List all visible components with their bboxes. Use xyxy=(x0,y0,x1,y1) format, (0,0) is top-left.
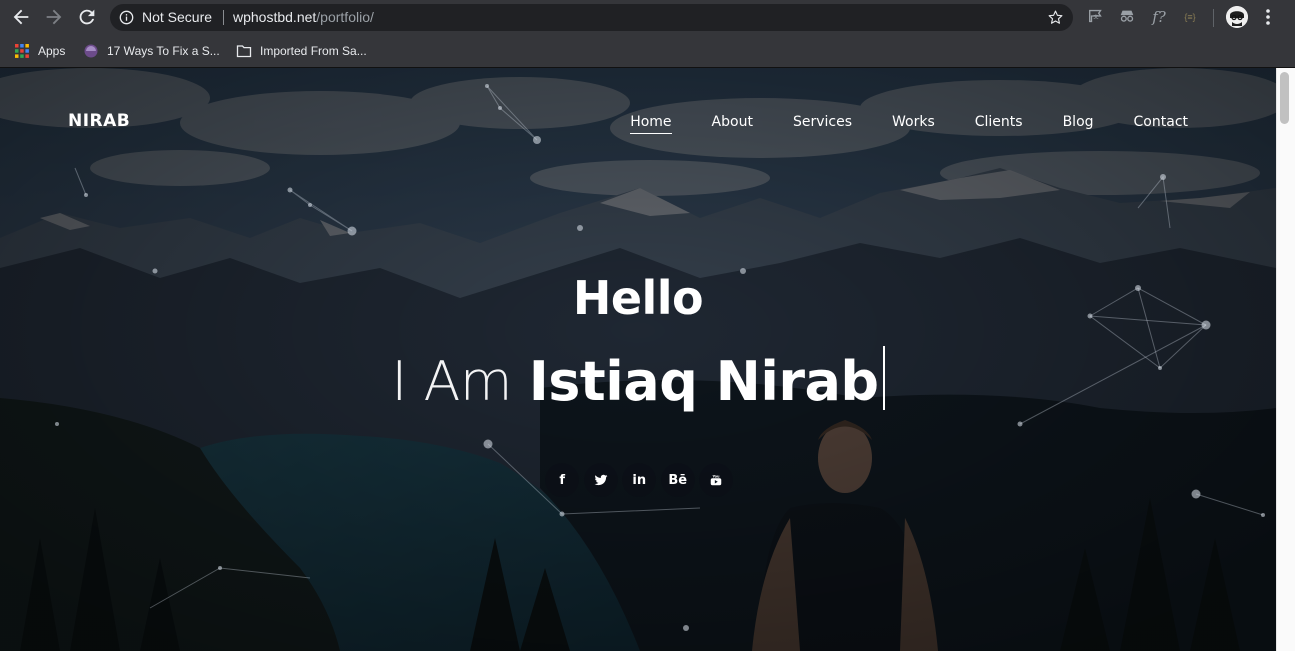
main-navigation: Home About Services Works Clients Blog C… xyxy=(630,114,1188,134)
back-button[interactable] xyxy=(10,6,32,28)
nav-link-works[interactable]: Works xyxy=(892,114,935,134)
bookmark-label: Apps xyxy=(38,44,66,58)
page-scrollbar[interactable] xyxy=(1276,68,1295,651)
avatar-face-icon xyxy=(1226,6,1248,28)
browser-toolbar: Not Secure wphostbd.net/portfolio/ 文 f? … xyxy=(0,0,1295,35)
nav-link-contact[interactable]: Contact xyxy=(1134,114,1188,134)
nav-link-blog[interactable]: Blog xyxy=(1063,114,1094,134)
hero-subtitle-prefix: I Am xyxy=(391,350,529,413)
browser-menu-icon[interactable] xyxy=(1260,7,1276,27)
youtube-link[interactable]: You xyxy=(697,461,736,499)
site-header: NIRAB Home About Services Works Clients … xyxy=(0,68,1276,178)
typing-cursor xyxy=(882,346,885,410)
facebook-link[interactable]: f xyxy=(543,461,582,499)
linkedin-link[interactable]: in xyxy=(620,461,659,499)
forward-button[interactable] xyxy=(43,6,65,28)
toolbar-divider xyxy=(1213,9,1214,27)
reload-button[interactable] xyxy=(76,6,98,28)
nav-link-home[interactable]: Home xyxy=(630,114,672,134)
function-extension-icon[interactable]: f? xyxy=(1149,7,1169,27)
nav-link-about[interactable]: About xyxy=(712,114,753,134)
twitter-icon xyxy=(583,463,618,497)
bookmark-star-icon[interactable] xyxy=(1047,9,1064,26)
page-viewport: NIRAB Home About Services Works Clients … xyxy=(0,68,1276,651)
forward-arrow-icon xyxy=(46,9,62,25)
svg-text:You: You xyxy=(712,474,721,478)
nav-link-services[interactable]: Services xyxy=(793,114,852,134)
incognito-extension-icon[interactable] xyxy=(1117,7,1137,27)
reload-icon xyxy=(79,9,95,25)
url-host: wphostbd.net xyxy=(233,9,317,25)
url-text[interactable]: wphostbd.net/portfolio/ xyxy=(233,9,374,25)
bookmark-label: 17 Ways To Fix a S... xyxy=(107,44,220,58)
behance-link[interactable]: Bē xyxy=(659,461,698,499)
behance-icon: Bē xyxy=(660,463,695,497)
bookmark-apps[interactable]: Apps xyxy=(14,40,65,62)
hero-subtitle: I Am Istiaq Nirab xyxy=(0,346,1276,413)
youtube-icon: You xyxy=(699,463,734,497)
json-extension-icon[interactable]: {≡} xyxy=(1180,7,1200,27)
bookmark-imported-folder[interactable]: Imported From Sa... xyxy=(236,40,367,62)
back-arrow-icon xyxy=(13,9,29,25)
site-logo[interactable]: NIRAB xyxy=(68,111,130,131)
behance-glyph: Bē xyxy=(668,472,688,488)
site-favicon-icon xyxy=(84,44,98,58)
facebook-glyph: f xyxy=(559,472,566,488)
twitter-link[interactable] xyxy=(582,461,621,499)
info-icon[interactable] xyxy=(119,10,134,25)
svg-text:文: 文 xyxy=(1093,13,1099,21)
folder-icon xyxy=(236,45,252,58)
hero-name: Istiaq Nirab xyxy=(528,350,879,413)
linkedin-icon: in xyxy=(622,463,657,497)
bookmark-fix-article[interactable]: 17 Ways To Fix a S... xyxy=(83,40,220,62)
bookmarks-bar: Apps 17 Ways To Fix a S... Imported From… xyxy=(0,35,1295,68)
profile-avatar[interactable] xyxy=(1226,6,1248,28)
apps-grid-icon xyxy=(15,44,29,58)
social-links: f in Bē You xyxy=(543,461,736,499)
translate-icon[interactable]: 文 xyxy=(1086,7,1106,27)
url-path: /portfolio/ xyxy=(316,9,374,25)
linkedin-glyph: in xyxy=(632,472,647,488)
nav-link-clients[interactable]: Clients xyxy=(975,114,1023,134)
bookmark-label: Imported From Sa... xyxy=(260,44,367,58)
security-label: Not Secure xyxy=(142,9,213,25)
facebook-icon: f xyxy=(545,463,580,497)
address-bar[interactable]: Not Secure wphostbd.net/portfolio/ xyxy=(110,4,1073,31)
omnibox-divider xyxy=(223,10,224,25)
hero-title: Hello xyxy=(572,271,704,325)
scrollbar-thumb[interactable] xyxy=(1280,72,1289,124)
